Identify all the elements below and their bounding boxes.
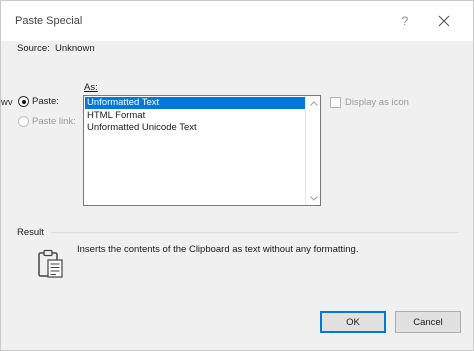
as-label: As:: [84, 82, 98, 93]
scroll-down-button[interactable]: [306, 191, 321, 205]
paste-link-radio[interactable]: [18, 116, 29, 127]
list-item-unformatted-unicode-text[interactable]: Unformatted Unicode Text: [85, 122, 305, 134]
chevron-down-icon: [309, 195, 318, 201]
chevron-up-icon: [309, 100, 318, 106]
dialog-title: Paste Special: [15, 15, 83, 27]
paste-radio[interactable]: [18, 96, 29, 107]
result-divider: [51, 232, 459, 233]
result-label: Result: [17, 227, 44, 238]
close-icon: [438, 15, 450, 27]
display-as-icon-checkbox[interactable]: [330, 97, 341, 108]
format-listbox[interactable]: Unformatted Text HTML Format Unformatted…: [83, 95, 321, 206]
scroll-up-button[interactable]: [306, 96, 321, 110]
paste-special-dialog: Paste Special ? Source: Unknown wv As: P…: [0, 0, 474, 351]
display-as-icon-label[interactable]: Display as icon: [345, 97, 409, 108]
source-label: Source:: [17, 43, 50, 54]
scrollbar[interactable]: [305, 96, 320, 205]
truncated-text: wv: [1, 97, 13, 108]
cancel-button[interactable]: Cancel: [395, 311, 461, 333]
ok-button[interactable]: OK: [320, 311, 386, 333]
list-item-html-format[interactable]: HTML Format: [85, 110, 305, 122]
paste-link-label[interactable]: Paste link:: [32, 116, 76, 127]
close-button[interactable]: [432, 10, 456, 32]
help-button[interactable]: ?: [394, 10, 416, 32]
title-bar[interactable]: Paste Special ?: [1, 1, 473, 41]
paste-label[interactable]: Paste:: [32, 96, 59, 107]
help-icon: ?: [401, 14, 409, 28]
clipboard-text-icon: [38, 249, 63, 278]
result-description: Inserts the contents of the Clipboard as…: [77, 244, 359, 255]
list-item-unformatted-text[interactable]: Unformatted Text: [85, 97, 305, 109]
source-value: Unknown: [55, 43, 95, 54]
